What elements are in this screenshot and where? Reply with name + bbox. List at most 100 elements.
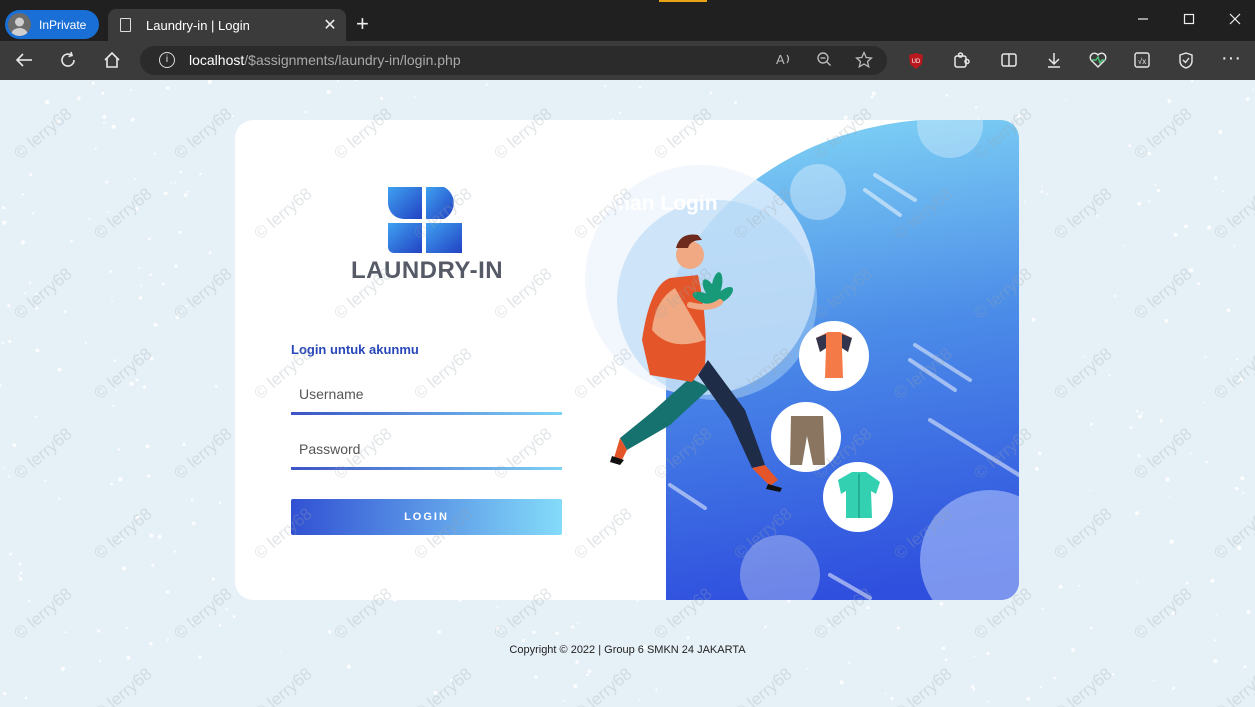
address-bar[interactable]: i localhost/$assignments/laundry-in/logi… [140, 46, 887, 75]
watermark-text: © lerry68 [890, 80, 955, 83]
watermark-text: © lerry68 [250, 80, 315, 83]
watermark-text: © lerry68 [810, 424, 875, 483]
watermark-text: © lerry68 [890, 184, 955, 243]
watermark-text: © lerry68 [1050, 184, 1115, 243]
watermark-text: © lerry68 [810, 584, 875, 643]
watermark-text: © lerry68 [650, 424, 715, 483]
watermark-text: © lerry68 [810, 264, 875, 323]
watermark-text: © lerry68 [330, 584, 395, 643]
watermark-text: © lerry68 [1130, 584, 1195, 643]
watermark-text: © lerry68 [410, 184, 475, 243]
watermark-text: © lerry68 [330, 264, 395, 323]
watermark-text: © lerry68 [90, 664, 155, 707]
inprivate-label: InPrivate [39, 17, 87, 32]
maximize-icon[interactable] [1183, 12, 1195, 28]
watermark-text: © lerry68 [1050, 664, 1115, 707]
watermark-text: © lerry68 [1130, 104, 1195, 163]
watermark-text: © lerry68 [1210, 664, 1255, 707]
watermark-text: © lerry68 [970, 104, 1035, 163]
watermark-text: © lerry68 [570, 664, 635, 707]
browser-essentials-icon[interactable] [1177, 51, 1195, 73]
watermark-text: © lerry68 [1050, 504, 1115, 563]
profile-avatar-icon [8, 13, 31, 36]
url-host: localhost [189, 52, 245, 68]
close-tab-icon[interactable]: ✕ [322, 15, 338, 35]
watermark-text: © lerry68 [730, 664, 795, 707]
watermark-text: © lerry68 [250, 504, 315, 563]
watermark-text: © lerry68 [810, 104, 875, 163]
more-menu-icon[interactable]: ··· [1221, 48, 1241, 68]
zoom-out-icon[interactable] [816, 51, 832, 71]
page-background: LAUNDRY-IN Login untuk akunmu LOGIN [0, 80, 1255, 707]
page-icon [120, 18, 131, 32]
watermark-text: © lerry68 [90, 344, 155, 403]
watermark-text: © lerry68 [410, 80, 475, 83]
watermark-text: © lerry68 [730, 344, 795, 403]
watermark-text: © lerry68 [650, 264, 715, 323]
watermark-text: © lerry68 [330, 104, 395, 163]
watermark-text: © lerry68 [250, 184, 315, 243]
accent-line [659, 0, 707, 2]
watermark-text: © lerry68 [570, 504, 635, 563]
watermark-text: © lerry68 [330, 424, 395, 483]
svg-text:UD: UD [912, 59, 921, 65]
downloads-icon[interactable] [1045, 51, 1063, 73]
inprivate-badge[interactable]: InPrivate [5, 10, 99, 39]
extensions-icon[interactable] [952, 51, 970, 73]
watermark-text: © lerry68 [730, 504, 795, 563]
svg-text:A: A [776, 52, 785, 67]
watermark-text: © lerry68 [1050, 80, 1115, 83]
back-icon[interactable] [14, 51, 34, 73]
math-solver-icon[interactable]: √x [1133, 51, 1151, 73]
url-path: /$assignments/laundry-in/login.php [244, 52, 461, 68]
watermark-text: © lerry68 [90, 80, 155, 83]
watermark-text: © lerry68 [730, 80, 795, 83]
read-aloud-icon[interactable]: A [775, 51, 793, 71]
tab-title: Laundry-in | Login [146, 17, 250, 33]
watermark-text: © lerry68 [1130, 424, 1195, 483]
home-icon[interactable] [103, 51, 121, 73]
close-window-icon[interactable] [1229, 12, 1241, 28]
favorite-star-icon[interactable] [854, 50, 874, 72]
watermark-text: © lerry68 [90, 184, 155, 243]
watermark-text: © lerry68 [10, 104, 75, 163]
watermark-text: © lerry68 [10, 584, 75, 643]
new-tab-icon[interactable]: + [356, 13, 369, 35]
watermark-text: © lerry68 [730, 184, 795, 243]
browser-titlebar: InPrivate Laundry-in | Login ✕ + [0, 0, 1255, 41]
browser-tab[interactable]: Laundry-in | Login ✕ [108, 9, 346, 41]
watermark-text: © lerry68 [1130, 264, 1195, 323]
refresh-icon[interactable] [59, 51, 77, 73]
watermark-text: © lerry68 [90, 504, 155, 563]
watermark-text: © lerry68 [410, 664, 475, 707]
watermark-text: © lerry68 [970, 584, 1035, 643]
watermark-text: © lerry68 [10, 264, 75, 323]
site-info-icon[interactable]: i [159, 52, 175, 68]
watermark-text: © lerry68 [1210, 504, 1255, 563]
watermark-text: © lerry68 [890, 504, 955, 563]
ublock-icon[interactable]: UD [908, 52, 924, 74]
url-text[interactable]: localhost/$assignments/laundry-in/login.… [189, 52, 461, 68]
split-screen-icon[interactable] [1000, 51, 1018, 73]
watermark-text: © lerry68 [890, 664, 955, 707]
health-icon[interactable] [1089, 51, 1107, 73]
watermark-text: © lerry68 [10, 424, 75, 483]
watermark-text: © lerry68 [650, 104, 715, 163]
watermark-text: © lerry68 [250, 664, 315, 707]
watermark-text: © lerry68 [410, 344, 475, 403]
watermark-text: © lerry68 [410, 504, 475, 563]
minimize-icon[interactable] [1137, 12, 1149, 28]
watermark-text: © lerry68 [650, 584, 715, 643]
watermark-text: © lerry68 [490, 264, 555, 323]
watermark-text: © lerry68 [170, 584, 235, 643]
watermark-text: © lerry68 [1210, 344, 1255, 403]
svg-text:√x: √x [1138, 57, 1146, 66]
watermark-text: © lerry68 [1210, 184, 1255, 243]
watermark-text: © lerry68 [570, 344, 635, 403]
watermark-text: © lerry68 [490, 584, 555, 643]
watermark-text: © lerry68 [1210, 80, 1255, 83]
watermark-layer: © lerry68 © lerry68 © lerry68 © lerry68 © le… [10, 80, 1255, 707]
watermark-text: © lerry68 [570, 184, 635, 243]
watermark-text: © lerry68 [170, 424, 235, 483]
watermark-text: © lerry68 [170, 104, 235, 163]
